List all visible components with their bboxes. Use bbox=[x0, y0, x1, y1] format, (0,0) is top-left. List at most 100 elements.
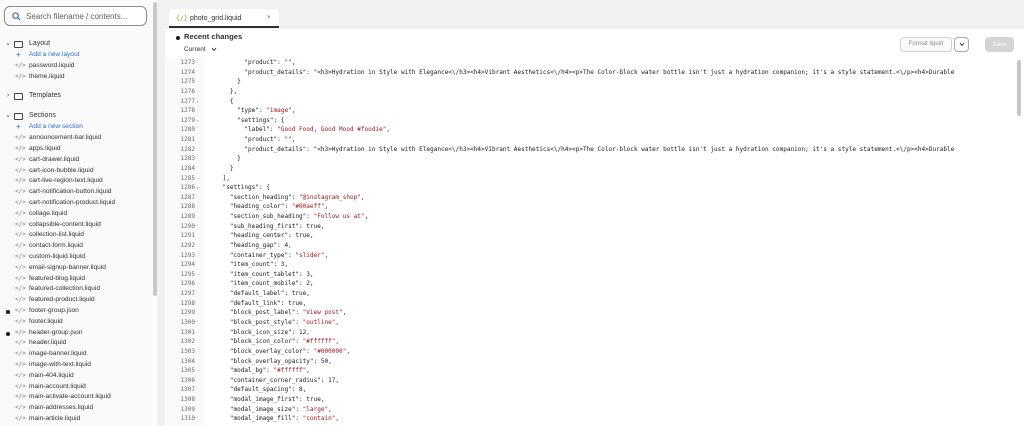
sidebar-file-item[interactable]: </> cart-drawer.liquid bbox=[0, 155, 152, 166]
chevron-down-icon bbox=[959, 42, 964, 46]
sidebar-file-item[interactable]: </> cart-live-region-text.liquid bbox=[0, 176, 152, 187]
sidebar-file-item[interactable]: </> main-404.liquid bbox=[0, 371, 152, 382]
sidebar-file-item[interactable]: </> cart-notification-product.liquid bbox=[0, 198, 152, 209]
code-line: "block_post_style": "outline", bbox=[208, 319, 340, 326]
chevron-down-icon[interactable]: ⌄ bbox=[4, 110, 12, 122]
line-number: 1302 bbox=[180, 338, 195, 346]
line-number: 1289 bbox=[180, 213, 195, 221]
sidebar-file-item[interactable]: </> main-article.liquid bbox=[0, 414, 152, 425]
line-number: 1285 bbox=[180, 174, 195, 182]
sidebar-file-item[interactable]: </> cart-icon-bubble.liquid bbox=[0, 166, 152, 177]
sidebar-item-label: header-group.json bbox=[29, 328, 83, 336]
sidebar-file-item[interactable]: </> featured-collection.liquid bbox=[0, 284, 152, 295]
sidebar-file-item[interactable]: </> footer.liquid bbox=[0, 317, 152, 328]
sidebar-file-item[interactable]: </> collage.liquid bbox=[0, 209, 152, 220]
sidebar-file-item[interactable]: </> collection-list.liquid bbox=[0, 230, 152, 241]
sidebar-item-label: main-404.liquid bbox=[29, 371, 74, 379]
sidebar-file-item[interactable]: </> featured-blog.liquid bbox=[0, 274, 152, 285]
sidebar-item-label: footer.liquid bbox=[29, 317, 63, 325]
chevron-right-icon[interactable]: › bbox=[4, 90, 12, 102]
sidebar-item-label: cart-notification-button.liquid bbox=[29, 188, 112, 196]
plus-icon: + bbox=[16, 50, 21, 59]
code-line: }, bbox=[208, 87, 238, 95]
line-number: 1280 bbox=[180, 126, 195, 134]
sidebar-file-item[interactable]: </> header.liquid bbox=[0, 338, 152, 349]
sidebar-file-item[interactable]: </> cart-notification-button.liquid bbox=[0, 187, 152, 198]
liquid-file-icon: </> bbox=[15, 414, 26, 422]
sidebar-file-item[interactable]: </> image-banner.liquid bbox=[0, 349, 152, 360]
sidebar-file-item[interactable]: </> apps.liquid bbox=[0, 144, 152, 155]
editor-scrollbar[interactable] bbox=[1017, 60, 1021, 116]
code-line: "settings": { bbox=[208, 116, 285, 124]
sidebar-file-item[interactable]: </> email-signup-banner.liquid bbox=[0, 263, 152, 274]
sidebar-file-item[interactable]: </> main-account.liquid bbox=[0, 382, 152, 393]
sidebar-item-label: Sections bbox=[29, 112, 56, 120]
sidebar-item-label: theme.liquid bbox=[29, 72, 65, 80]
format-liquid-button[interactable]: Format liquid bbox=[900, 37, 952, 52]
sidebar-folder-templates[interactable]: › Templates bbox=[0, 90, 152, 102]
sidebar-file-item[interactable]: </> contact-form.liquid bbox=[0, 241, 152, 252]
recent-changes-title: Recent changes bbox=[184, 32, 243, 41]
sidebar-file-item[interactable]: </> theme.liquid bbox=[0, 72, 152, 83]
sidebar-file-item[interactable]: </> password.liquid bbox=[0, 61, 152, 72]
close-icon[interactable]: × bbox=[267, 9, 271, 28]
sidebar-folder-layout[interactable]: ⌄ Layout bbox=[0, 38, 152, 50]
sidebar-item-label: announcement-bar.liquid bbox=[29, 134, 102, 142]
tab-photo-grid[interactable]: {/} photo_grid.liquid × bbox=[169, 9, 279, 28]
folder-icon bbox=[14, 113, 23, 121]
sidebar-item-label: cart-drawer.liquid bbox=[29, 155, 80, 163]
code-editor[interactable]: 1273 1274 1275 1276 1277 ⌄ 1278 1279 ⌄ 1280 1281 12… bbox=[165, 58, 1024, 426]
add-new-link[interactable]: + Add a new layout bbox=[0, 50, 152, 61]
sidebar-file-item[interactable]: </> footer-group.json bbox=[0, 306, 152, 317]
main-area: {/} photo_grid.liquid × Recent changes C… bbox=[157, 0, 1024, 426]
liquid-file-icon: </> bbox=[15, 220, 26, 228]
sidebar-item-label: featured-blog.liquid bbox=[29, 274, 86, 282]
liquid-file-icon: </> bbox=[15, 72, 26, 80]
fold-chevron-icon[interactable]: ⌄ bbox=[196, 116, 199, 126]
chevron-down-icon[interactable]: ⌄ bbox=[4, 38, 12, 50]
liquid-file-icon: </> bbox=[15, 198, 26, 206]
code-line: "heading_color": "#00aeff", bbox=[208, 203, 329, 211]
sidebar-item-label: image-with-text.liquid bbox=[29, 360, 91, 368]
sidebar-file-item[interactable]: </> header-group.json bbox=[0, 328, 152, 339]
sidebar-file-item[interactable]: </> main-activate-account.liquid bbox=[0, 392, 152, 403]
liquid-file-icon: </> bbox=[15, 350, 26, 358]
fold-chevron-icon[interactable]: ⌄ bbox=[196, 97, 199, 107]
code-line: "item_count_mobile": 2, bbox=[208, 280, 314, 288]
sidebar-item-label: custom-liquid.liquid bbox=[29, 252, 86, 260]
liquid-file-icon: </> bbox=[15, 371, 26, 379]
liquid-file-icon: </> bbox=[15, 274, 26, 282]
line-number: 1308 bbox=[180, 396, 195, 404]
sidebar-item-label: cart-live-region-text.liquid bbox=[29, 177, 103, 185]
sidebar-folder-sections[interactable]: ⌄ Sections bbox=[0, 110, 152, 122]
format-options-button[interactable] bbox=[954, 37, 969, 52]
line-number: 1281 bbox=[180, 136, 195, 144]
line-number: 1294 bbox=[180, 261, 195, 269]
line-number: 1283 bbox=[180, 155, 195, 163]
line-number: 1305 bbox=[180, 367, 195, 375]
add-new-link[interactable]: + Add a new section bbox=[0, 122, 152, 133]
sidebar-file-item[interactable]: </> collapsible-content.liquid bbox=[0, 220, 152, 231]
sidebar-file-item[interactable]: </> announcement-bar.liquid bbox=[0, 133, 152, 144]
sidebar-file-item[interactable]: </> custom-liquid.liquid bbox=[0, 252, 152, 263]
sidebar-file-item[interactable]: </> featured-product.liquid bbox=[0, 295, 152, 306]
line-number: 1279 bbox=[180, 116, 195, 124]
fold-chevron-icon[interactable]: ⌄ bbox=[196, 183, 199, 193]
sidebar-item-label: password.liquid bbox=[29, 61, 75, 69]
code-line: "product_details": "<h3>Hydration in Sty… bbox=[208, 68, 955, 76]
search-input[interactable] bbox=[26, 11, 136, 21]
liquid-file-icon: </> bbox=[15, 317, 26, 325]
line-number: 1303 bbox=[180, 347, 195, 355]
line-number: 1304 bbox=[180, 357, 195, 365]
save-button[interactable]: Save bbox=[985, 37, 1014, 52]
sidebar-file-item[interactable]: </> image-with-text.liquid bbox=[0, 360, 152, 371]
version-select[interactable]: Current bbox=[184, 46, 217, 53]
line-number: 1273 bbox=[180, 59, 195, 66]
line-number: 1310 bbox=[180, 415, 195, 423]
sidebar-item-label: email-signup-banner.liquid bbox=[29, 263, 106, 271]
code-line: "default_link": true, bbox=[208, 299, 307, 307]
sidebar-file-item[interactable]: </> main-addresses.liquid bbox=[0, 403, 152, 414]
liquid-file-icon: </> bbox=[15, 144, 26, 152]
line-number: 1298 bbox=[180, 299, 195, 307]
search-box[interactable] bbox=[4, 6, 147, 26]
